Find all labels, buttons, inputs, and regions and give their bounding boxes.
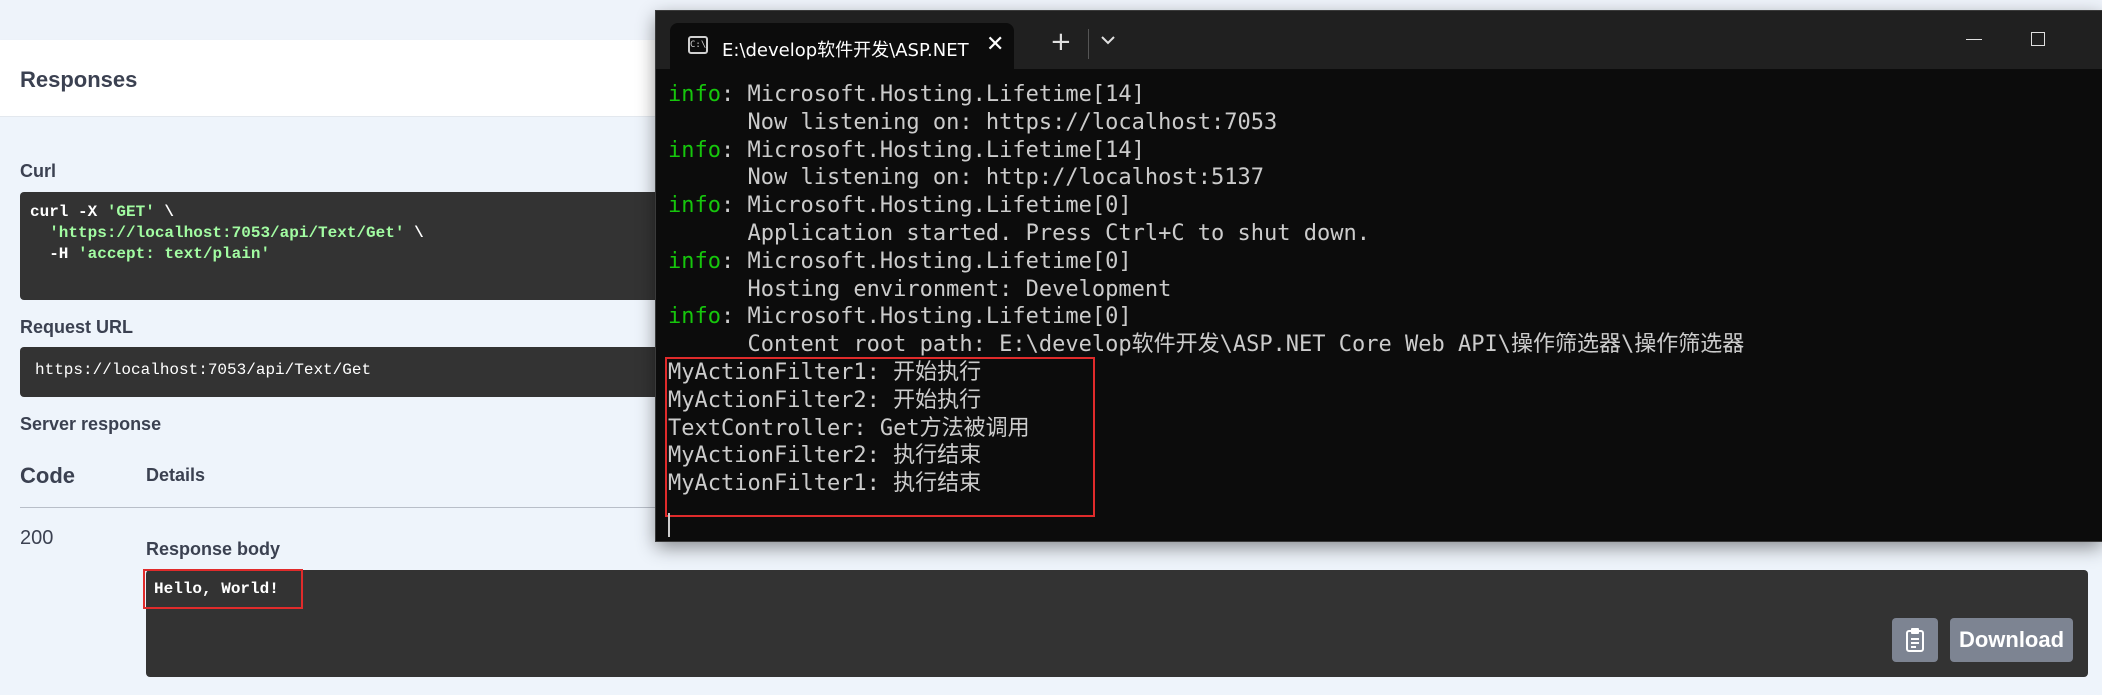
log-message: : Microsoft.Hosting.Lifetime[0] <box>720 304 1132 330</box>
log-level: info <box>668 137 721 163</box>
response-body-label: Response body <box>146 539 281 559</box>
terminal-line: Content root path: E:\develop软件开发\ASP.NE… <box>668 331 1744 359</box>
curl-token <box>30 224 49 242</box>
terminal-icon: C:\ <box>688 36 708 54</box>
response-code: 200 <box>20 527 54 549</box>
minimize-icon[interactable] <box>1966 39 1982 40</box>
terminal-line: info: Microsoft.Hosting.Lifetime[14] <box>668 137 1744 165</box>
curl-token: curl -X <box>30 203 107 221</box>
log-message: : Microsoft.Hosting.Lifetime[14] <box>720 137 1145 163</box>
curl-token: -H <box>30 245 79 263</box>
code-column-header: Code <box>20 463 75 488</box>
terminal-line: Now listening on: https://localhost:7053 <box>668 109 1744 137</box>
download-button[interactable]: Download <box>1950 618 2073 662</box>
titlebar-separator <box>1088 29 1089 59</box>
log-message: : Microsoft.Hosting.Lifetime[0] <box>720 193 1132 219</box>
curl-line: 'https://localhost:7053/api/Text/Get' \ <box>30 223 660 244</box>
curl-code-block[interactable]: curl -X 'GET' \ 'https://localhost:7053/… <box>20 192 670 300</box>
terminal-window[interactable]: C:\ E:\develop软件开发\ASP.NET ✕ + info: Mic… <box>656 11 2102 541</box>
chevron-down-icon[interactable] <box>1100 35 1116 45</box>
log-message: Now listening on: http://localhost:5137 <box>668 165 1265 191</box>
log-message: Content root path: E:\develop软件开发\ASP.NE… <box>668 332 1745 358</box>
details-column-header: Details <box>146 465 206 485</box>
responses-title: Responses <box>20 67 138 92</box>
curl-label: Curl <box>20 161 56 181</box>
terminal-line: Now listening on: http://localhost:5137 <box>668 164 1744 192</box>
maximize-icon[interactable] <box>2031 32 2045 46</box>
curl-string: 'accept: text/plain' <box>78 245 271 263</box>
terminal-line: info: Microsoft.Hosting.Lifetime[0] <box>668 192 1744 220</box>
log-level: info <box>668 193 721 219</box>
terminal-line: info: Microsoft.Hosting.Lifetime[14] <box>668 81 1744 109</box>
filter-output-highlight-box <box>665 357 1095 517</box>
new-tab-icon[interactable]: + <box>1050 29 1072 55</box>
table-divider <box>20 507 660 508</box>
log-message: Application started. Press Ctrl+C to shu… <box>668 220 1370 246</box>
curl-continuation: \ <box>404 224 424 242</box>
log-message: Now listening on: https://localhost:7053 <box>668 109 1278 135</box>
terminal-line: info: Microsoft.Hosting.Lifetime[0] <box>668 303 1744 331</box>
curl-line: curl -X 'GET' \ <box>30 202 660 223</box>
log-level: info <box>668 304 721 330</box>
terminal-tab-title: E:\develop软件开发\ASP.NET <box>722 40 969 61</box>
copy-to-clipboard-button[interactable] <box>1892 618 1938 662</box>
terminal-tab[interactable]: C:\ E:\develop软件开发\ASP.NET ✕ <box>670 23 1014 69</box>
log-message: Hosting environment: Development <box>668 276 1172 302</box>
log-message: : Microsoft.Hosting.Lifetime[0] <box>720 248 1132 274</box>
terminal-cursor <box>668 513 670 537</box>
curl-continuation: \ <box>154 203 175 221</box>
log-level: info <box>668 82 721 107</box>
terminal-line: Hosting environment: Development <box>668 276 1744 304</box>
curl-string: 'GET' <box>106 203 155 221</box>
log-message: : Microsoft.Hosting.Lifetime[14] <box>720 82 1145 107</box>
response-body-block[interactable] <box>146 570 2088 677</box>
curl-string: 'https://localhost:7053/api/Text/Get' <box>49 224 405 242</box>
curl-line: -H 'accept: text/plain' <box>30 244 660 265</box>
terminal-line: info: Microsoft.Hosting.Lifetime[0] <box>668 248 1744 276</box>
request-url-label: Request URL <box>20 317 134 337</box>
log-level: info <box>668 248 721 274</box>
terminal-titlebar: C:\ E:\develop软件开发\ASP.NET ✕ + <box>656 11 2102 69</box>
request-url-value[interactable]: https://localhost:7053/api/Text/Get <box>20 347 670 397</box>
close-tab-icon[interactable]: ✕ <box>986 32 1004 57</box>
terminal-line: Application started. Press Ctrl+C to shu… <box>668 220 1744 248</box>
response-highlight-box <box>143 569 303 609</box>
clipboard-icon <box>1906 628 1924 652</box>
server-response-label: Server response <box>20 414 162 434</box>
